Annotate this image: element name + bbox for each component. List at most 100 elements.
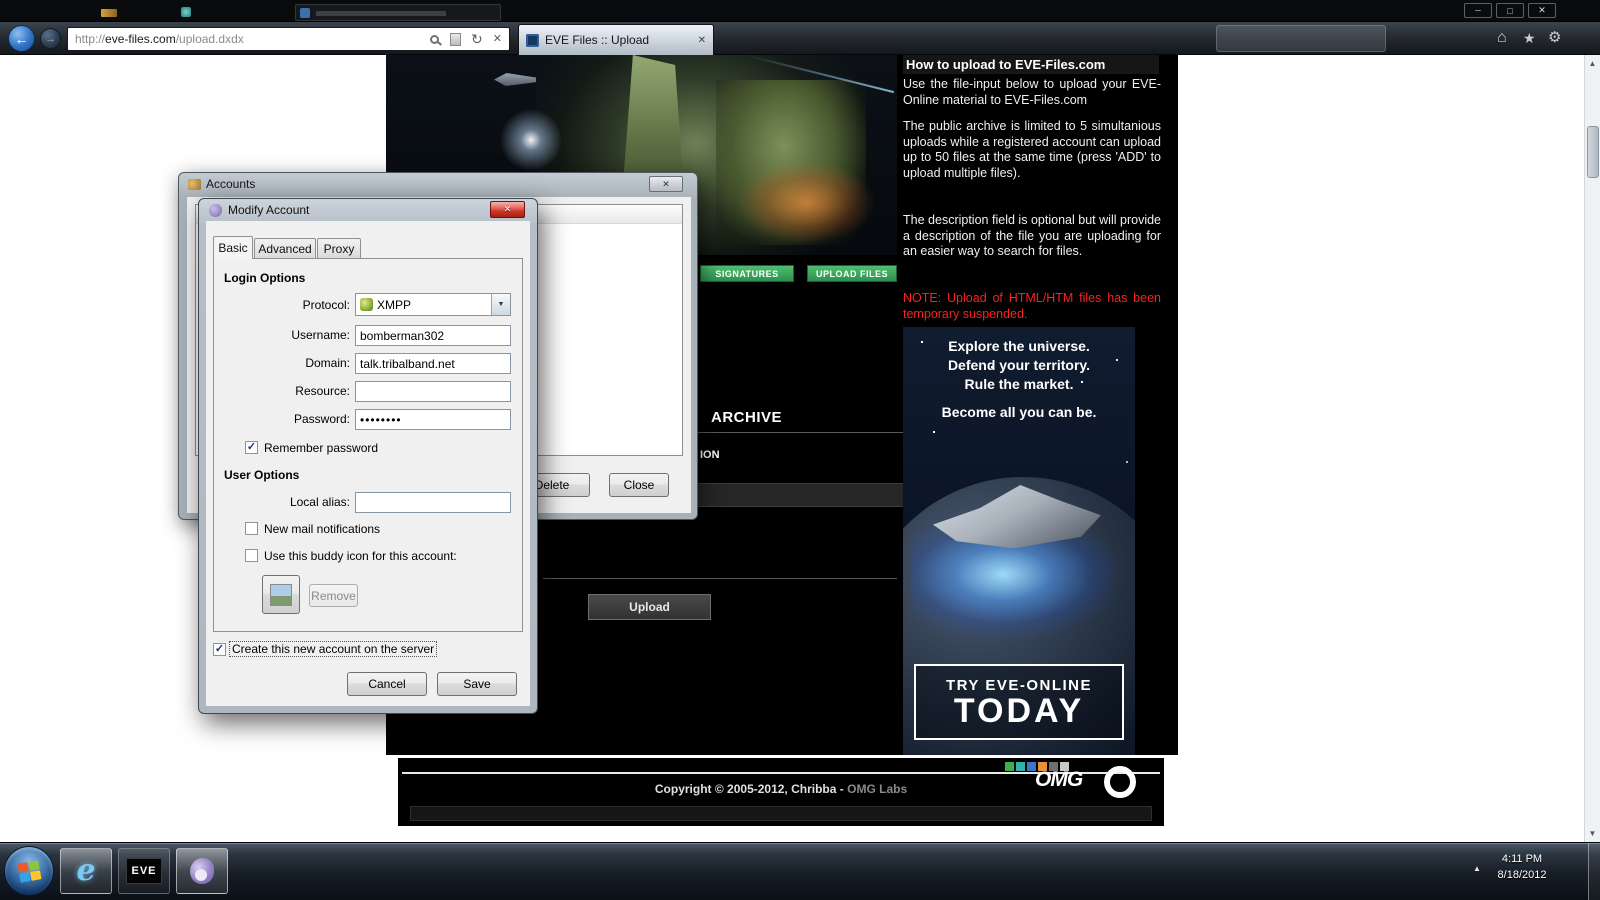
start-button[interactable] bbox=[4, 846, 54, 896]
ad-line-1: Explore the universe. bbox=[948, 338, 1090, 354]
checkmark-icon: ✓ bbox=[246, 441, 257, 453]
ad-cta-box: TRY EVE-ONLINE TODAY bbox=[914, 664, 1124, 740]
dropdown-arrow-button[interactable]: ▼ bbox=[491, 294, 510, 315]
tab-close-icon[interactable]: ✕ bbox=[698, 35, 706, 46]
footer-square bbox=[1016, 762, 1025, 771]
description-partial-text: ION bbox=[700, 449, 720, 461]
sidebar-paragraph-3: The description field is optional but wi… bbox=[903, 213, 1161, 258]
local-alias-input[interactable] bbox=[355, 492, 511, 513]
new-mail-checkbox[interactable] bbox=[245, 522, 258, 535]
taskbar-clock[interactable]: 4:11 PM 8/18/2012 bbox=[1486, 851, 1558, 883]
modify-account-dialog: Modify Account ✕ Basic Advanced Proxy Lo… bbox=[198, 198, 538, 714]
url-scheme: http:// bbox=[75, 32, 106, 46]
save-button[interactable]: Save bbox=[437, 672, 517, 696]
scroll-thumb[interactable] bbox=[1587, 126, 1599, 178]
dialog-title: Modify Account bbox=[228, 203, 310, 217]
tools-gear-icon[interactable]: ⚙ bbox=[1548, 30, 1561, 45]
stop-icon[interactable]: ✕ bbox=[493, 33, 502, 45]
browser-scrollbar[interactable]: ▲ ▼ bbox=[1584, 55, 1600, 842]
refresh-icon[interactable]: ↻ bbox=[471, 32, 483, 46]
omg-labs-link[interactable]: OMG Labs bbox=[847, 782, 907, 796]
minimize-button[interactable]: ─ bbox=[1464, 3, 1492, 18]
hero-art-ship bbox=[494, 73, 536, 86]
resource-label: Resource: bbox=[295, 384, 350, 398]
show-desktop-button[interactable] bbox=[1588, 843, 1600, 900]
accounts-window-icon bbox=[188, 179, 201, 190]
search-icon[interactable] bbox=[430, 34, 440, 44]
scroll-down-arrow[interactable]: ▼ bbox=[1585, 825, 1600, 842]
windows-flag-icon bbox=[17, 859, 41, 883]
taskbar-pidgin-button[interactable] bbox=[176, 848, 228, 894]
remember-password-checkbox[interactable]: ✓ bbox=[245, 441, 258, 454]
cancel-button[interactable]: Cancel bbox=[347, 672, 427, 696]
sidebar-paragraph-2: The public archive is limited to 5 simul… bbox=[903, 119, 1161, 180]
compatibility-view-icon[interactable] bbox=[450, 32, 462, 46]
signatures-button[interactable]: SIGNATURES bbox=[700, 265, 794, 282]
ad-cta-line-2: TODAY bbox=[953, 691, 1085, 730]
remove-buddy-icon-button[interactable]: Remove bbox=[309, 584, 358, 607]
taskbar-ie-button[interactable]: e bbox=[60, 848, 112, 894]
tab-advanced[interactable]: Advanced bbox=[254, 238, 316, 258]
page-upload-button[interactable]: Upload bbox=[588, 594, 711, 620]
buddy-icon-label[interactable]: Use this buddy icon for this account: bbox=[264, 549, 457, 563]
protocol-label: Protocol: bbox=[302, 298, 350, 312]
tab-proxy[interactable]: Proxy bbox=[317, 238, 361, 258]
chat-tab-text-blur bbox=[316, 11, 446, 16]
back-button[interactable]: ← bbox=[8, 25, 35, 52]
background-app-titlebar: ─ □ ✕ bbox=[0, 0, 1600, 22]
favorites-star-icon[interactable]: ★ bbox=[1523, 31, 1536, 45]
omg-logo: OMG bbox=[1035, 768, 1083, 791]
background-app-icon bbox=[101, 9, 117, 17]
scroll-up-arrow[interactable]: ▲ bbox=[1585, 55, 1600, 72]
username-label: Username: bbox=[291, 328, 350, 342]
pidgin-dialog-icon bbox=[209, 204, 222, 217]
buddy-icon-preview bbox=[270, 583, 292, 606]
username-input[interactable] bbox=[355, 325, 511, 346]
archive-heading: ARCHIVE bbox=[711, 409, 783, 426]
remember-password-label[interactable]: Remember password bbox=[264, 441, 378, 455]
xmpp-protocol-icon bbox=[360, 298, 373, 311]
ring-logo bbox=[1104, 766, 1136, 798]
upload-files-button[interactable]: UPLOAD FILES bbox=[807, 265, 897, 282]
home-icon[interactable]: ⌂ bbox=[1497, 30, 1507, 46]
copyright-text: Copyright © 2005-2012, Chribba - bbox=[654, 782, 844, 796]
hero-art-flare bbox=[491, 100, 571, 180]
maximize-button[interactable]: □ bbox=[1496, 3, 1524, 18]
tab-basic[interactable]: Basic bbox=[213, 236, 253, 259]
ad-line-4: Become all you can be. bbox=[941, 404, 1097, 420]
footer-square bbox=[1005, 762, 1014, 771]
tab-title: EVE Files :: Upload bbox=[545, 33, 650, 47]
chat-tab-icon bbox=[300, 8, 310, 18]
forward-button[interactable]: → bbox=[40, 28, 61, 49]
close-button[interactable]: ✕ bbox=[1528, 3, 1556, 18]
buddy-icon-button[interactable] bbox=[262, 575, 300, 614]
desktop-screen: ─ □ ✕ ← → http:// eve-files.com /upload.… bbox=[0, 0, 1600, 900]
local-alias-label: Local alias: bbox=[289, 495, 350, 509]
accounts-close-window-button[interactable]: Close bbox=[609, 473, 669, 497]
url-path: /upload.dxdx bbox=[175, 32, 244, 46]
resource-input[interactable] bbox=[355, 381, 511, 402]
hero-art-orange-glow bbox=[736, 160, 876, 245]
create-account-label[interactable]: Create this new account on the server bbox=[228, 641, 438, 657]
tab-favicon bbox=[526, 33, 539, 47]
divider-2 bbox=[543, 578, 897, 579]
user-options-heading: User Options bbox=[224, 468, 300, 482]
url-host: eve-files.com bbox=[105, 32, 176, 46]
checkmark-icon: ✓ bbox=[214, 643, 225, 655]
password-input[interactable] bbox=[355, 409, 511, 430]
eve-icon-label: EVE bbox=[131, 865, 157, 877]
protocol-dropdown[interactable]: XMPP ▼ bbox=[355, 293, 511, 316]
tray-expand-arrow[interactable]: ▲ bbox=[1468, 859, 1486, 877]
new-mail-label[interactable]: New mail notifications bbox=[264, 522, 380, 536]
dialog-close-button[interactable]: ✕ bbox=[490, 201, 525, 218]
domain-input[interactable] bbox=[355, 353, 511, 374]
accounts-close-button[interactable]: ✕ bbox=[649, 176, 683, 192]
eve-online-ad[interactable]: Explore the universe. Defend your territ… bbox=[903, 327, 1135, 755]
taskbar-eve-button[interactable]: EVE bbox=[118, 848, 170, 894]
sidebar-paragraph-1: Use the file-input below to upload your … bbox=[903, 77, 1161, 107]
create-account-checkbox[interactable]: ✓ bbox=[213, 643, 226, 656]
browser-tab[interactable]: EVE Files :: Upload ✕ bbox=[518, 24, 714, 55]
buddy-icon-checkbox[interactable] bbox=[245, 549, 258, 562]
address-bar[interactable]: http:// eve-files.com /upload.dxdx ↻ ✕ bbox=[67, 27, 510, 51]
background-chat-tab[interactable] bbox=[295, 4, 501, 21]
